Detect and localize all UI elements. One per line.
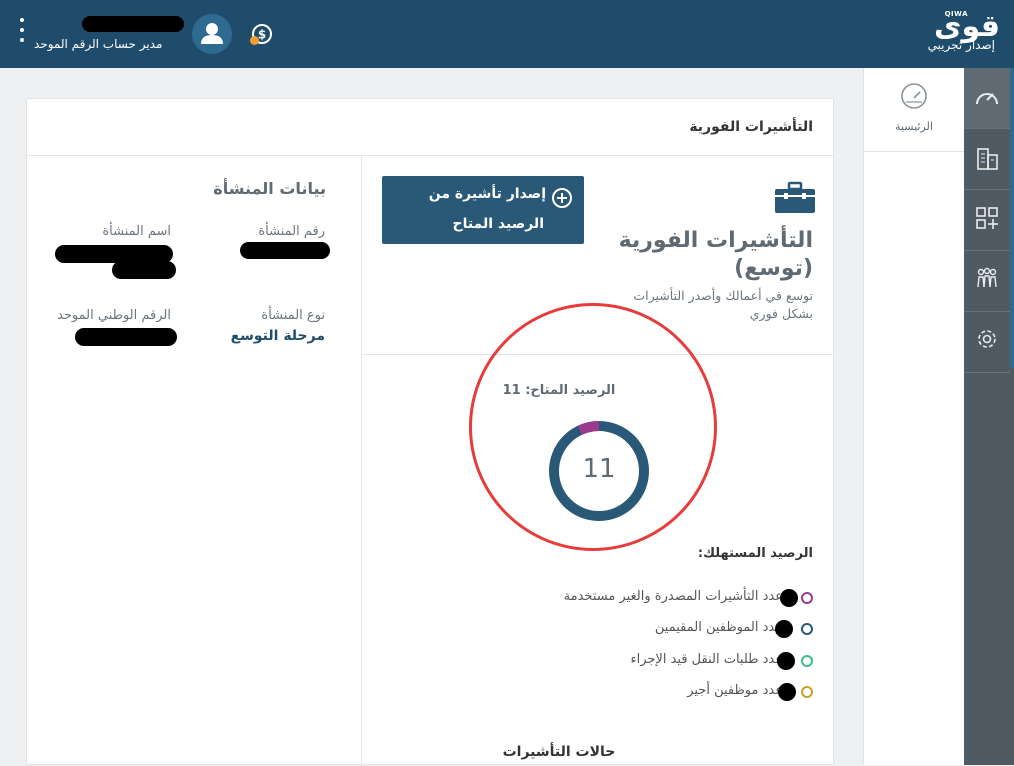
sidebar: الرئيسية — [863, 68, 964, 765]
more-menu-icon[interactable] — [18, 18, 26, 50]
rail-accent — [1010, 68, 1014, 368]
service-title-line: التأشيرات الفورية — [618, 228, 813, 253]
legend-text: عدد طلبات النقل قيد الإجراء — [630, 652, 783, 667]
avatar[interactable] — [192, 14, 232, 54]
gear-icon — [978, 330, 996, 348]
service-description-line: توسع في أعمالك وأصدر التأشيرات — [633, 288, 813, 303]
sidebar-item-home[interactable]: الرئيسية — [864, 68, 964, 152]
speedometer-icon — [901, 83, 927, 109]
consumed-balance-title: الرصيد المستهلك: — [697, 546, 813, 561]
user-role: مدير حساب الرقم الموحد — [34, 37, 163, 51]
svg-text:$: $ — [258, 28, 266, 42]
buildings-icon — [977, 148, 998, 170]
legend-text: عدد التأشيرات المصدرة والغير مستخدمة — [563, 589, 783, 604]
version-label: إصدار تجريبي — [927, 38, 995, 52]
user-icon — [201, 23, 223, 44]
divider — [27, 155, 833, 156]
establishment-number-label: رقم المنشأة — [258, 224, 325, 239]
rail-item-establishments[interactable] — [964, 129, 1010, 189]
establishment-title: بيانات المنشأة — [213, 179, 326, 198]
legend-text: عدد الموظفين المقيمين — [654, 620, 783, 635]
top-bar: QIWA قوى إصدار تجريبي مدير حساب الرقم ال… — [0, 0, 1014, 68]
legend-item: عدد التأشيرات المصدرة والغير مستخدمة — [513, 588, 813, 608]
speedometer-icon — [976, 93, 998, 105]
establishment-name-label: اسم المنشأة — [102, 224, 171, 239]
redacted-count — [780, 589, 798, 607]
redacted-unified-number — [75, 328, 177, 346]
column-divider — [361, 156, 362, 766]
redacted-establishment-number — [240, 242, 330, 259]
issue-visa-button[interactable]: إصدار تأشيرة من الرصيد المتاح — [382, 176, 584, 244]
legend-item: عدد موظفين أجير — [513, 682, 813, 702]
people-icon — [977, 267, 997, 288]
rail-divider — [964, 372, 1010, 373]
legend-dot — [801, 592, 813, 604]
icon-rail — [964, 68, 1014, 765]
establishment-type-value: مرحلة التوسع — [230, 328, 325, 344]
page-title: التأشيرات الفورية — [689, 119, 813, 135]
issue-visa-button-label: الرصيد المتاح — [452, 216, 544, 232]
redacted-count — [775, 620, 793, 638]
sidebar-item-label: الرئيسية — [895, 120, 933, 133]
legend-dot — [801, 655, 813, 667]
visa-status-title: حالات التأشيرات — [502, 744, 616, 760]
redacted-user-name — [82, 16, 184, 32]
rail-item-dashboard[interactable] — [964, 68, 1010, 128]
redacted-count — [777, 652, 795, 670]
redacted-count — [778, 683, 796, 701]
legend-item: عدد الموظفين المقيمين — [513, 619, 813, 639]
service-title: التأشيرات الفورية (توسع) — [593, 227, 813, 283]
main-card: التأشيرات الفورية بيانات المنشأة رقم الم… — [26, 98, 834, 766]
legend-text: عدد موظفين أجير — [687, 683, 783, 698]
establishment-type-label: نوع المنشأة — [261, 308, 325, 323]
plus-circle-icon — [552, 188, 572, 208]
rail-item-services[interactable] — [964, 190, 1010, 250]
rail-item-employees[interactable] — [964, 251, 1010, 311]
highlight-circle-annotation — [469, 303, 717, 551]
rail-item-settings[interactable] — [964, 312, 1010, 372]
notification-dot — [250, 36, 259, 45]
unified-number-label: الرقم الوطني الموحد — [57, 308, 171, 323]
service-title-line: (توسع) — [734, 256, 813, 281]
issue-visa-button-label: إصدار تأشيرة من — [428, 186, 546, 202]
add-apps-icon — [976, 207, 998, 229]
legend-item: عدد طلبات النقل قيد الإجراء — [513, 651, 813, 671]
briefcase-icon — [775, 181, 815, 213]
legend-dot — [801, 623, 813, 635]
legend-dot — [801, 686, 813, 698]
redacted-establishment-name — [112, 261, 176, 279]
